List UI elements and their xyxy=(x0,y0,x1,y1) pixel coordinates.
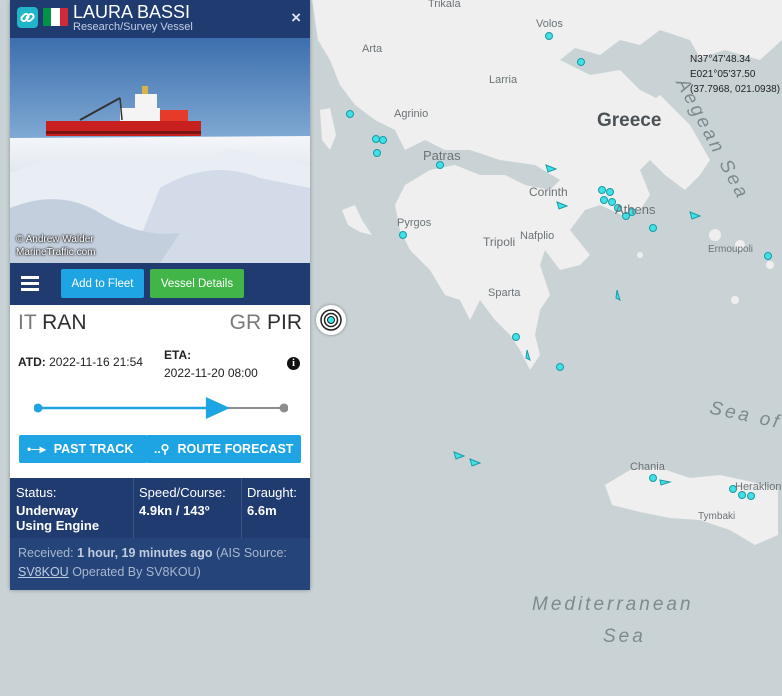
received-source-prefix: Source: xyxy=(243,546,287,560)
status-value: Underway Using Engine xyxy=(16,503,99,533)
target-icon xyxy=(320,309,342,331)
received-source-link[interactable]: SV8KOU xyxy=(18,565,69,579)
close-icon[interactable]: × xyxy=(291,8,301,28)
received-ais: (AIS xyxy=(216,546,241,560)
speed-course-stat: Speed/Course: 4.9kn / 143º xyxy=(133,478,242,538)
eta-value: 2022-11-20 08:00 xyxy=(164,366,258,380)
past-track-icon: •─▸ xyxy=(27,442,46,456)
status-stat: Status: Underway Using Engine xyxy=(10,478,134,538)
status-value-line1: Underway xyxy=(16,503,79,518)
map-label-greece: Greece xyxy=(597,110,662,131)
map-label-ermoupoli: Ermoupoli xyxy=(708,244,754,255)
destination-port[interactable]: GR PIR xyxy=(230,311,302,335)
map-label-tymbaki: Tymbaki xyxy=(698,511,736,522)
voyage-progress-graphic xyxy=(33,397,289,419)
destination-country-code: GR xyxy=(229,311,262,334)
draught-stat: Draught: 6.6m xyxy=(241,478,310,538)
eta-label: ETA: xyxy=(164,348,192,362)
draught-label: Draught: xyxy=(247,485,297,500)
atd-label: ATD: xyxy=(18,355,46,369)
speed-course-label: Speed/Course: xyxy=(139,485,226,500)
departure-port[interactable]: IT RAN xyxy=(18,311,86,335)
vessel-progress-arrow xyxy=(205,397,230,419)
route-forecast-button[interactable]: ..⚲ ROUTE FORECAST xyxy=(146,435,301,463)
panel-toolbar: Add to Fleet Vessel Details xyxy=(10,263,310,305)
destination-port-code: PIR xyxy=(266,311,302,334)
map-label-sea: Sea xyxy=(603,626,646,647)
map-label-athens: Athens xyxy=(615,202,656,217)
map-label-volos: Volos xyxy=(536,18,563,30)
status-value-line2: Using Engine xyxy=(16,518,100,533)
italy-flag-icon xyxy=(43,8,68,26)
map-label-trikala: Trikala xyxy=(428,0,461,10)
map-label-sparta: Sparta xyxy=(488,287,521,299)
map-label-chania: Chania xyxy=(630,461,665,473)
cursor-coordinates: N37°47'48.34 E021°05'37.50 (37.7968, 021… xyxy=(690,52,780,97)
map-label-larissa: Larria xyxy=(489,74,518,86)
progress-end-dot xyxy=(279,403,289,413)
photo-credit-author: © Andrew Walder xyxy=(16,234,94,245)
received-operator: Operated By SV8KOU) xyxy=(72,565,201,579)
vessel-name: LAURA BASSI xyxy=(73,2,191,22)
map-label-nafplio: Nafplio xyxy=(520,230,555,242)
info-icon[interactable]: i xyxy=(287,357,300,370)
status-label: Status: xyxy=(16,485,57,500)
received-prefix: Received: xyxy=(18,546,74,560)
vessel-details-button[interactable]: Vessel Details xyxy=(150,269,244,298)
add-to-fleet-button[interactable]: Add to Fleet xyxy=(61,269,144,298)
speed-course-value: 4.9kn / 143º xyxy=(139,503,210,518)
atd: ATD: 2022-11-16 21:54 xyxy=(18,355,143,369)
coord-lon: E021°05'37.50 xyxy=(690,69,756,80)
vessel-info-panel: LAURA BASSI Research/Survey Vessel × © A… xyxy=(10,0,310,590)
coord-decimal: (37.7968, 021.0938) xyxy=(690,84,781,95)
draught-value: 6.6m xyxy=(247,503,277,518)
map-label-mediterranean: Mediterranean xyxy=(532,594,694,615)
departure-port-code: RAN xyxy=(42,311,87,334)
map-label-agrinio: Agrinio xyxy=(394,108,429,120)
progress-start-dot xyxy=(33,403,43,413)
map-label-patras: Patras xyxy=(423,148,461,163)
eta: ETA: 2022-11-20 08:00 xyxy=(164,346,258,382)
past-track-button[interactable]: •─▸ PAST TRACK xyxy=(19,435,147,463)
received-age: 1 hour, 19 minutes ago xyxy=(77,546,213,560)
vessel-photo[interactable]: © Andrew Walder MarineTraffic.com xyxy=(10,38,310,263)
link-icon[interactable] xyxy=(17,7,38,28)
panel-header: LAURA BASSI Research/Survey Vessel × xyxy=(10,0,310,38)
photo-credit: © Andrew Walder MarineTraffic.com xyxy=(16,233,95,259)
photo-credit-site: MarineTraffic.com xyxy=(16,247,96,258)
vessel-position-marker[interactable] xyxy=(316,305,346,335)
map-label-corinth: Corinth xyxy=(529,185,568,199)
vessel-type: Research/Survey Vessel xyxy=(73,21,193,33)
departure-country-code: IT xyxy=(18,311,37,334)
received-info: Received: 1 hour, 19 minutes ago (AIS So… xyxy=(10,538,310,590)
vessel-stats: Status: Underway Using Engine Speed/Cour… xyxy=(10,478,310,538)
atd-value: 2022-11-16 21:54 xyxy=(49,355,143,369)
route-forecast-icon: ..⚲ xyxy=(154,442,170,456)
hamburger-menu-icon[interactable] xyxy=(21,276,39,292)
route-forecast-label: ROUTE FORECAST xyxy=(177,442,294,456)
voyage-progress-bar xyxy=(33,396,289,420)
map-label-arta: Arta xyxy=(362,43,383,55)
map-label-heraklion: Heraklion xyxy=(735,481,782,493)
map-label-pyrgos: Pyrgos xyxy=(397,217,432,229)
voyage-ports: IT RAN GR PIR xyxy=(18,311,302,341)
past-track-label: PAST TRACK xyxy=(53,442,134,456)
coord-lat: N37°47'48.34 xyxy=(690,54,751,65)
vessel-photo-image xyxy=(10,38,310,263)
map-label-tripoli: Tripoli xyxy=(483,235,516,249)
